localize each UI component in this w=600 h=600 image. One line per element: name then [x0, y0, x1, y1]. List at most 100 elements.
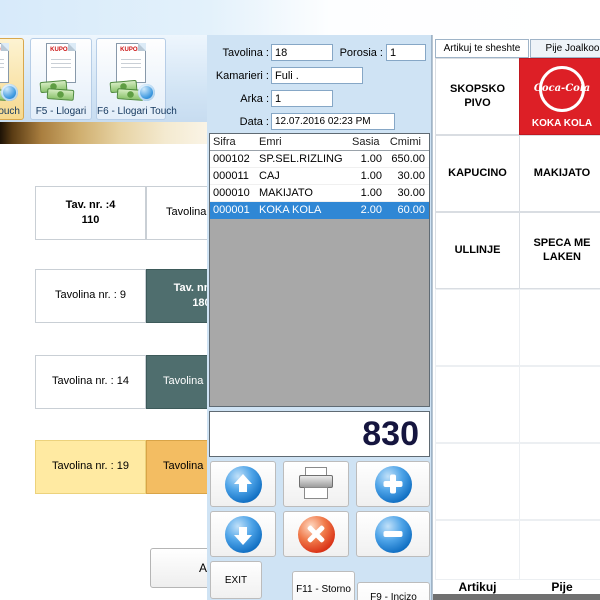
table-cell[interactable]: Tav. nr. :4 110 [35, 186, 146, 240]
bottom-tab-label: Pije [551, 580, 572, 594]
order-items-header: Sifra Emri Sasia Cmimi [210, 134, 429, 151]
table-cell[interactable]: Tavolina nr. : 14 [35, 355, 146, 409]
product-slot-empty[interactable] [435, 443, 520, 520]
table-row[interactable]: 000010 MAKIJATO 1.00 30.00 [210, 185, 429, 202]
table-cell-amount: 110 [82, 214, 100, 227]
exit-button-label: EXIT [225, 575, 247, 586]
product-label: KAPUCINO [448, 167, 507, 181]
cell-sifra: 000011 [210, 168, 256, 184]
date-label: Data : [211, 116, 269, 128]
cell-emri: CAJ [256, 168, 352, 184]
move-down-button[interactable] [210, 511, 276, 557]
decorative-gradient-bar [0, 122, 207, 144]
products-panel: Artikuj te sheshte Pije Joalkoolike SKOP… [432, 35, 600, 600]
product-button-ullinje[interactable]: ULLINJE [435, 212, 520, 289]
product-slot-empty[interactable] [435, 289, 520, 366]
cancel-x-icon [298, 516, 335, 553]
incizo-button[interactable]: F9 - Incizo [357, 582, 430, 600]
pos-window: KUPON Touch KUPON F5 - Llogari [0, 0, 600, 600]
toolbar-button-label: F6 - Llogari Touch [97, 106, 165, 117]
tab-label: Artikuj te sheshte [444, 43, 521, 54]
bottom-tab-pije[interactable]: Pije [519, 580, 600, 595]
titlebar-area [0, 0, 600, 35]
product-button-speca-me-laken[interactable]: SPECA ME LAKEN [519, 212, 600, 289]
porosia-input[interactable] [386, 44, 426, 61]
cell-cmimi: 60.00 [386, 202, 429, 218]
product-slot-empty[interactable] [435, 366, 520, 443]
order-items-table: Sifra Emri Sasia Cmimi 000102 SP.SEL.RIZ… [209, 133, 430, 407]
arka-input[interactable] [271, 90, 333, 107]
ribbon-toolbar: KUPON Touch KUPON F5 - Llogari [0, 35, 207, 122]
table-row[interactable]: 000102 SP.SEL.RIZLING 1.00 650.00 [210, 151, 429, 168]
table-cell-label: Tav. nr. :4 [66, 199, 116, 212]
cell-cmimi: 30.00 [386, 168, 429, 184]
product-label: MAKIJATO [534, 167, 590, 181]
incizo-button-label: F9 - Incizo [358, 592, 429, 600]
tab-pije-joalkoolike[interactable]: Pije Joalkoolike [530, 39, 600, 58]
kupon-coupon-icon: KUPON [0, 43, 16, 101]
move-up-button[interactable] [210, 461, 276, 507]
product-button-skopsko-pivo[interactable]: SKOPSKO PIVO [435, 58, 520, 135]
product-slot-empty[interactable] [519, 366, 600, 443]
toolbar-button-label: F5 - Llogari [31, 106, 91, 117]
col-header-emri: Emri [256, 134, 352, 150]
toolbar-button-f6-llogari-touch[interactable]: KUPON F6 - Llogari Touch [96, 38, 166, 120]
touch-pointer-icon [138, 84, 155, 101]
table-row[interactable]: 000011 CAJ 1.00 30.00 [210, 168, 429, 185]
porosia-label: Porosia : [333, 47, 383, 59]
table-row-selected[interactable]: 000001 KOKA KOLA 2.00 60.00 [210, 202, 429, 219]
product-label: SPECA ME LAKEN [523, 237, 600, 265]
product-label: ULLINJE [455, 244, 501, 258]
print-button[interactable] [283, 461, 349, 507]
product-button-kapucino[interactable]: KAPUCINO [435, 135, 520, 212]
bottom-divider-bar [433, 594, 600, 600]
delete-item-button[interactable] [283, 511, 349, 557]
cell-sasia: 2.00 [352, 202, 386, 218]
total-value: 830 [362, 415, 419, 454]
product-button-makijato[interactable]: MAKIJATO [519, 135, 600, 212]
tavolina-input[interactable] [271, 44, 333, 61]
bottom-tab-artikuj[interactable]: Artikuj [435, 580, 520, 595]
document-icon: KUPON [0, 43, 9, 83]
cell-cmimi: 650.00 [386, 151, 429, 167]
cell-sifra: 000102 [210, 151, 256, 167]
product-label: KOKA KOLA [520, 118, 600, 131]
table-cell[interactable]: Tavolina nr. : 9 [35, 269, 146, 323]
tavolina-label: Tavolina : [211, 47, 269, 59]
cell-sasia: 1.00 [352, 185, 386, 201]
remove-item-button[interactable] [356, 511, 430, 557]
arrow-up-icon [225, 466, 262, 503]
coca-cola-logo-text: Coca-Cola [520, 83, 600, 96]
table-cell-label: Tavolina nr. : 19 [52, 460, 129, 473]
product-button-koka-kola[interactable]: Coca-Cola KOKA KOLA [519, 58, 600, 135]
exit-button[interactable]: EXIT [210, 561, 262, 599]
arka-label: Arka : [211, 93, 269, 105]
product-slot-empty[interactable] [519, 520, 600, 580]
storno-button[interactable]: F11 - Storno [292, 571, 355, 600]
col-header-sifra: Sifra [210, 134, 256, 150]
col-header-sasia: Sasia [352, 134, 386, 150]
date-input[interactable] [271, 113, 395, 130]
product-slot-empty[interactable] [519, 289, 600, 366]
kupon-coupon-icon: KUPON [39, 43, 83, 101]
cell-sasia: 1.00 [352, 168, 386, 184]
cell-emri: MAKIJATO [256, 185, 352, 201]
cell-emri: SP.SEL.RIZLING [256, 151, 352, 167]
kamarieri-label: Kamarieri : [211, 70, 269, 82]
cell-sifra: 000001 [210, 202, 256, 218]
table-cell[interactable]: Tavolina nr. : 19 [35, 440, 146, 494]
tab-artikuj-te-sheshte[interactable]: Artikuj te sheshte [435, 39, 529, 58]
bottom-tab-label: Artikuj [458, 580, 496, 594]
toolbar-button-label: Touch [0, 106, 20, 117]
product-slot-empty[interactable] [519, 443, 600, 520]
order-panel: Tavolina : Porosia : Kamarieri : Arka : … [207, 35, 432, 600]
product-slot-empty[interactable] [435, 520, 520, 580]
cell-cmimi: 30.00 [386, 185, 429, 201]
kamarieri-input[interactable] [271, 67, 363, 84]
tab-label: Pije Joalkoolike [546, 43, 600, 54]
toolbar-button-llogari-touch-partial[interactable]: KUPON Touch [0, 38, 24, 120]
table-cell-label: Tavolina nr. : 14 [52, 375, 129, 388]
arrow-down-icon [225, 516, 262, 553]
add-item-button[interactable] [356, 461, 430, 507]
toolbar-button-f5-llogari[interactable]: KUPON F5 - Llogari [30, 38, 92, 120]
